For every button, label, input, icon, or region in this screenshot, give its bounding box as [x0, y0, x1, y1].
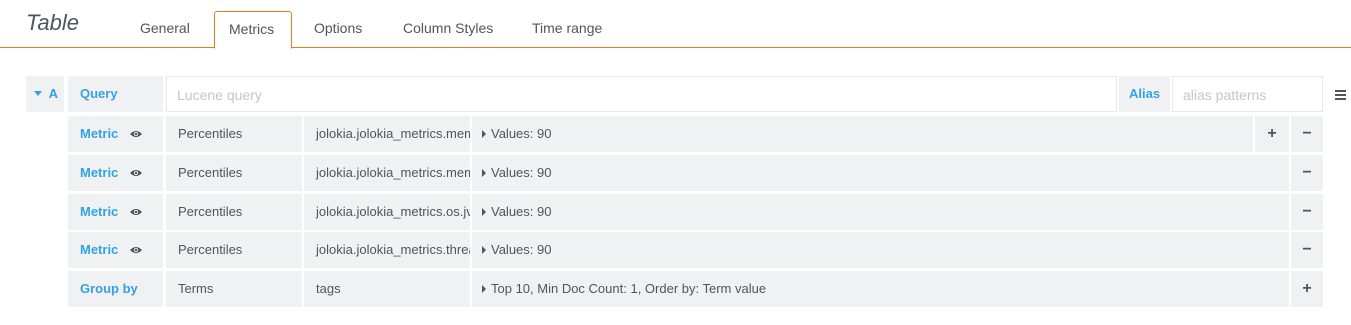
metric-settings[interactable]: Values: 90 [472, 232, 1289, 268]
alias-label: Alias [1119, 76, 1170, 112]
remove-metric-button[interactable]: − [1291, 155, 1323, 191]
tab-time-range[interactable]: Time range [518, 11, 616, 48]
panel-title: Table [26, 10, 80, 35]
metric-label: Metric [68, 116, 163, 152]
metric-label: Metric [68, 232, 163, 268]
query-ref-id: A [48, 86, 59, 101]
lucene-query-input[interactable]: Lucene query [166, 76, 1117, 112]
metric-type[interactable]: Percentiles [166, 155, 302, 191]
group-by-label: Group by [68, 271, 163, 307]
metric-row: Metric Percentiles jolokia.jolokia_metri… [0, 116, 1351, 152]
metric-type[interactable]: Percentiles [166, 194, 302, 230]
tab-options[interactable]: Options [300, 11, 376, 48]
group-by-type[interactable]: Terms [166, 271, 302, 307]
query-label: Query [68, 76, 163, 112]
metric-label: Metric [68, 194, 163, 230]
metric-field[interactable]: jolokia.jolokia_metrics.mem [304, 116, 470, 152]
group-by-field[interactable]: tags [304, 271, 470, 307]
metric-field[interactable]: jolokia.jolokia_metrics.threa [304, 232, 470, 268]
tab-metrics[interactable]: Metrics [214, 11, 292, 49]
remove-metric-button[interactable]: − [1291, 194, 1323, 230]
metric-settings[interactable]: Values: 90 [472, 194, 1289, 230]
tab-column-styles[interactable]: Column Styles [389, 11, 507, 48]
metric-settings[interactable]: Values: 90 [472, 155, 1289, 191]
metric-row: Metric Percentiles jolokia.jolokia_metri… [0, 194, 1351, 230]
metric-row: Metric Percentiles jolokia.jolokia_metri… [0, 155, 1351, 191]
metric-field[interactable]: jolokia.jolokia_metrics.os.jv [304, 194, 470, 230]
metric-field[interactable]: jolokia.jolokia_metrics.mem [304, 155, 470, 191]
metric-type[interactable]: Percentiles [166, 232, 302, 268]
remove-metric-button[interactable]: − [1291, 232, 1323, 268]
metric-row: Metric Percentiles jolokia.jolokia_metri… [0, 232, 1351, 268]
alias-pattern-input[interactable]: alias patterns [1172, 76, 1323, 112]
eye-icon[interactable] [129, 246, 142, 254]
remove-metric-button[interactable]: − [1291, 116, 1323, 152]
metric-label: Metric [68, 155, 163, 191]
eye-icon[interactable] [129, 169, 142, 177]
query-collapse-toggle[interactable]: A [26, 76, 64, 112]
metric-type[interactable]: Percentiles [166, 116, 302, 152]
caret-down-icon [34, 90, 42, 96]
panel-header: Table General Metrics Options Column Sty… [0, 0, 1351, 49]
group-by-row: Group by Terms tags Top 10, Min Doc Coun… [0, 271, 1351, 307]
hamburger-menu-icon[interactable] [1330, 88, 1350, 102]
query-row: A Query Lucene query Alias alias pattern… [0, 76, 1351, 112]
eye-icon[interactable] [129, 208, 142, 216]
tab-general[interactable]: General [126, 11, 204, 48]
group-by-settings[interactable]: Top 10, Min Doc Count: 1, Order by: Term… [472, 271, 1289, 307]
eye-icon[interactable] [129, 130, 142, 138]
add-group-by-button[interactable]: + [1291, 271, 1323, 307]
add-metric-button[interactable]: + [1255, 116, 1289, 152]
metric-settings[interactable]: Values: 90 [472, 116, 1253, 152]
